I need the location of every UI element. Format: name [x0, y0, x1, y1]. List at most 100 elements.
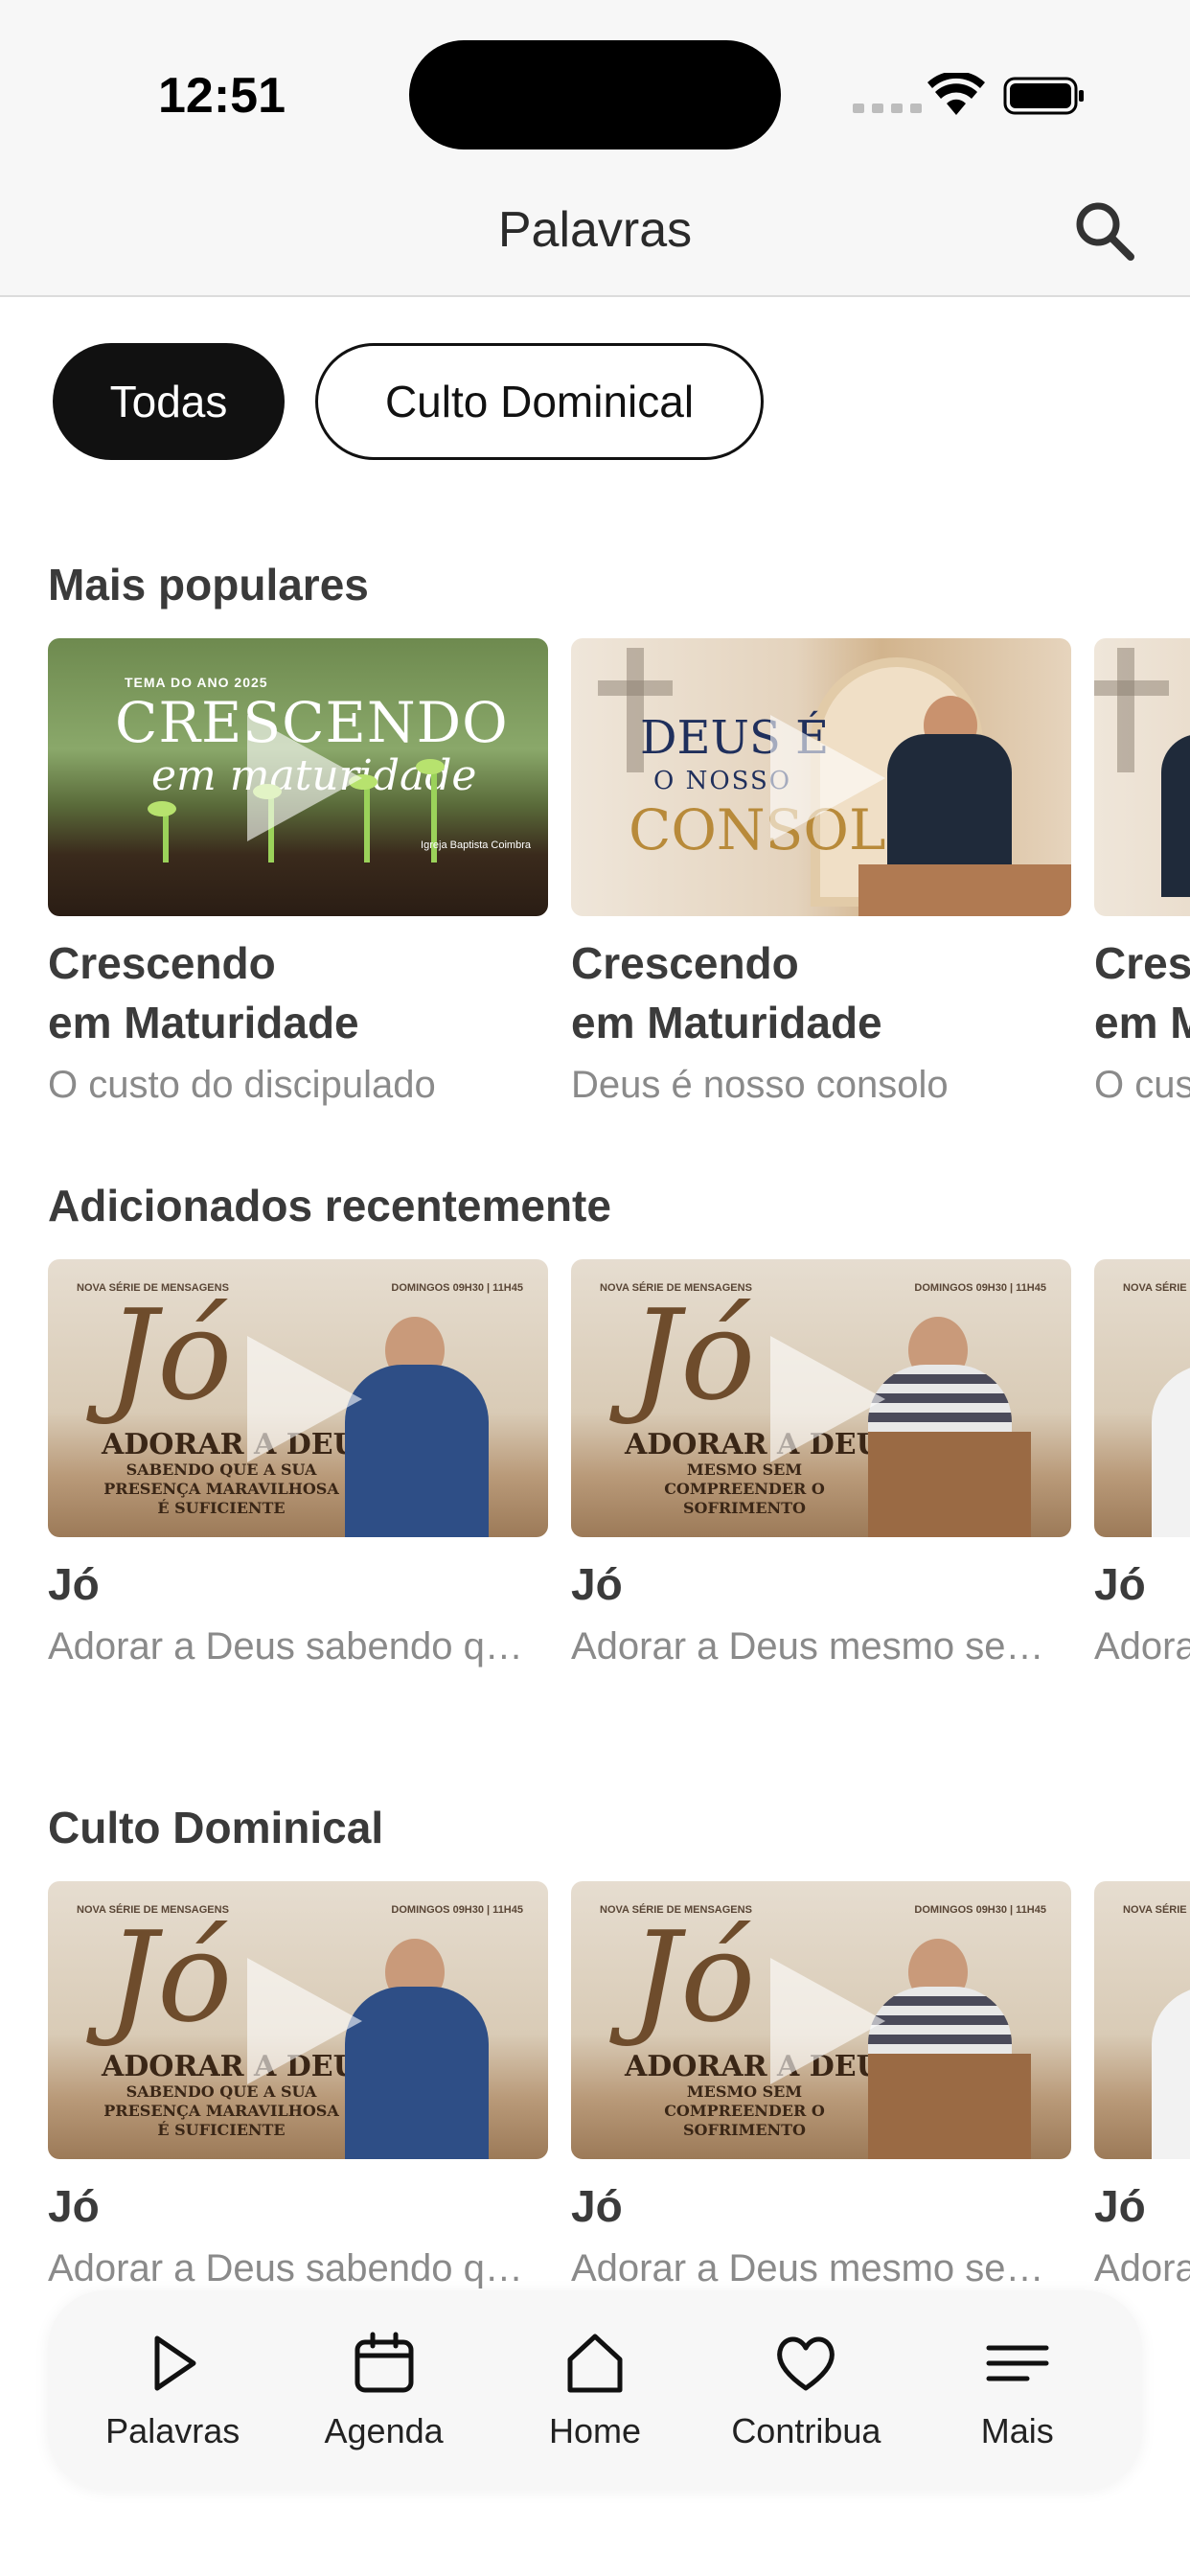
card-subtitle: Adora: [1094, 1625, 1190, 1668]
tab-label: Mais: [980, 2411, 1054, 2450]
sermon-thumbnail[interactable]: TEMA DO ANO 2025 CRESCENDO em maturidade…: [48, 638, 548, 916]
section-title-culto-dominical: Culto Dominical: [48, 1803, 384, 1852]
speaker: [1152, 1987, 1190, 2159]
section-title-adicionados-recentemente: Adicionados recentemente: [48, 1181, 611, 1230]
tab-home[interactable]: Home: [499, 2329, 691, 2451]
filter-chip-culto-dominical[interactable]: Culto Dominical: [315, 343, 764, 460]
carousel-adicionados-recentemente[interactable]: NOVA SÉRIE DE MENSAGENS DOMINGOS 09H30 |…: [48, 1259, 1190, 1758]
carousel-culto-dominical[interactable]: NOVA SÉRIE DE MENSAGENS DOMINGOS 09H30 |…: [48, 1881, 1190, 2288]
tab-bar: Palavras Agenda Home Contribua Mais: [48, 2290, 1142, 2490]
sermon-card[interactable]: TEMA DO ANO 2025 CRESCENDO em maturidade…: [48, 638, 548, 1107]
sermon-thumbnail[interactable]: NOVA SÉRIE DE MENSAGENS: [1094, 1259, 1190, 1537]
battery-icon: [1003, 77, 1084, 115]
thumb-text: MESMO SEM COMPREENDER O SOFRIMENTO: [664, 2082, 825, 2139]
search-icon[interactable]: [1071, 197, 1138, 264]
sermon-card[interactable]: Cres em M O cus: [1094, 638, 1190, 1107]
heart-icon: [777, 2336, 835, 2391]
sermon-card[interactable]: NOVA SÉRIE DE MENSAGENS DOMINGOS 09H30 |…: [571, 1259, 1071, 1668]
pulpit: [858, 864, 1071, 916]
sermon-thumbnail[interactable]: NOVA SÉRIE DE MENSAGENS DOMINGOS 09H30 |…: [571, 1259, 1071, 1537]
card-subtitle: Adorar a Deus mesmo sem compreender o so…: [571, 2247, 1050, 2288]
tab-label: Contribua: [731, 2411, 881, 2450]
pulpit: [868, 2054, 1031, 2159]
speaker: [1152, 1365, 1190, 1537]
play-icon: [154, 2335, 196, 2391]
card-title: Jó: [571, 1559, 623, 1609]
pulpit: [868, 1432, 1031, 1537]
sprout: [364, 786, 370, 862]
leaf: [148, 801, 176, 816]
thumb-schedule: DOMINGOS 09H30 | 11H45: [391, 1904, 523, 1916]
card-subtitle: O cus: [1094, 1064, 1190, 1106]
sermon-thumbnail[interactable]: NOVA SÉRIE DE MENSAGENS DOMINGOS 09H30 |…: [571, 1881, 1071, 2159]
card-title: Crescendo em Maturidade: [571, 938, 882, 1047]
card-subtitle: Deus é nosso consolo: [571, 1064, 949, 1106]
sermon-card[interactable]: NOVA SÉRIE DE MENSAGENS DOMINGOS 09H30 |…: [48, 1881, 548, 2288]
home-icon: [567, 2334, 623, 2393]
thumb-series-label: NOVA SÉRIE DE MENSAGENS: [1123, 1282, 1190, 1294]
thumb-schedule: DOMINGOS 09H30 | 11H45: [914, 1904, 1046, 1916]
card-title: Jó: [1094, 2181, 1146, 2231]
carousel-mais-populares[interactable]: TEMA DO ANO 2025 CRESCENDO em maturidade…: [48, 638, 1190, 1137]
thumb-text: SABENDO QUE A SUA PRESENÇA MARAVILHOSA É…: [103, 1460, 339, 1517]
sermon-card[interactable]: NOVA SÉRIE DE MENSAGENS Jó Adora: [1094, 1881, 1190, 2288]
card-subtitle: Adorar a Deus mesmo sem compreender o so…: [571, 1625, 1050, 1668]
card-title: Jó: [48, 2181, 100, 2231]
tab-agenda[interactable]: Agenda: [288, 2329, 480, 2451]
nav-header: Palavras: [0, 172, 1190, 297]
thumb-series-title: Jó: [630, 1282, 756, 1428]
sermon-thumbnail[interactable]: NOVA SÉRIE DE MENSAGENS: [1094, 1881, 1190, 2159]
thumb-schedule: DOMINGOS 09H30 | 11H45: [391, 1282, 523, 1294]
play-icon: [770, 1958, 885, 2084]
play-icon: [247, 1336, 362, 1462]
tab-palavras[interactable]: Palavras: [77, 2329, 268, 2451]
calendar-icon: [355, 2332, 414, 2393]
cross-bar: [1094, 680, 1169, 696]
tab-contribua[interactable]: Contribua: [710, 2329, 902, 2451]
thumb-series-title: Jó: [630, 1904, 756, 2050]
thumb-series-label: NOVA SÉRIE DE MENSAGENS: [1123, 1904, 1190, 1916]
card-title: Jó: [48, 1559, 100, 1609]
page-title: Palavras: [497, 202, 693, 258]
thumb-text: MESMO SEM COMPREENDER O SOFRIMENTO: [664, 1460, 825, 1517]
card-subtitle: Adora: [1094, 2247, 1190, 2288]
play-icon: [770, 1336, 885, 1462]
wifi-icon: [927, 73, 985, 115]
speaker: [345, 1987, 489, 2159]
sprout: [163, 815, 169, 862]
tab-label: Home: [548, 2411, 641, 2450]
thumb-series-title: Jó: [107, 1282, 233, 1428]
leaf: [416, 759, 445, 774]
tab-mais[interactable]: Mais: [922, 2329, 1113, 2451]
card-subtitle: Adorar a Deus sabendo que a sua presença…: [48, 2247, 527, 2288]
sermon-card[interactable]: NOVA SÉRIE DE MENSAGENS Jó Adora: [1094, 1259, 1190, 1668]
thumb-series-title: Jó: [107, 1904, 233, 2050]
speaker: [1161, 734, 1190, 897]
sermon-card[interactable]: DEUS É O NOSSO CONSOLO Crescendo em Matur…: [571, 638, 1071, 1107]
sermon-card[interactable]: NOVA SÉRIE DE MENSAGENS DOMINGOS 09H30 |…: [48, 1259, 548, 1668]
menu-icon: [986, 2345, 1049, 2381]
cross-bar: [598, 680, 673, 696]
cross-icon: [1117, 648, 1134, 772]
filter-chips: Todas Culto Dominical: [53, 343, 764, 460]
status-bar: 12:51: [0, 0, 1190, 172]
filter-chip-todas[interactable]: Todas: [53, 343, 285, 460]
sermon-thumbnail[interactable]: NOVA SÉRIE DE MENSAGENS DOMINGOS 09H30 |…: [48, 1881, 548, 2159]
sermon-thumbnail[interactable]: DEUS É O NOSSO CONSOLO: [571, 638, 1071, 916]
card-title: Jó: [571, 2181, 623, 2231]
speaker: [345, 1365, 489, 1537]
card-subtitle: Adorar a Deus sabendo que a sua presença…: [48, 1625, 527, 1668]
sermon-thumbnail[interactable]: [1094, 638, 1190, 916]
thumb-schedule: DOMINGOS 09H30 | 11H45: [914, 1282, 1046, 1294]
tab-label: Palavras: [105, 2411, 240, 2450]
card-title: Cres em M: [1094, 938, 1190, 1047]
section-title-mais-populares: Mais populares: [48, 560, 369, 610]
sermon-thumbnail[interactable]: NOVA SÉRIE DE MENSAGENS DOMINGOS 09H30 |…: [48, 1259, 548, 1537]
thumb-text: SABENDO QUE A SUA PRESENÇA MARAVILHOSA É…: [103, 2082, 339, 2139]
cellular-signal-icon: [853, 104, 922, 113]
card-title: Jó: [1094, 1559, 1146, 1609]
tab-label: Agenda: [324, 2411, 444, 2450]
status-time: 12:51: [158, 68, 286, 124]
sermon-card[interactable]: NOVA SÉRIE DE MENSAGENS DOMINGOS 09H30 |…: [571, 1881, 1071, 2288]
thumb-tag: TEMA DO ANO 2025: [125, 675, 268, 690]
